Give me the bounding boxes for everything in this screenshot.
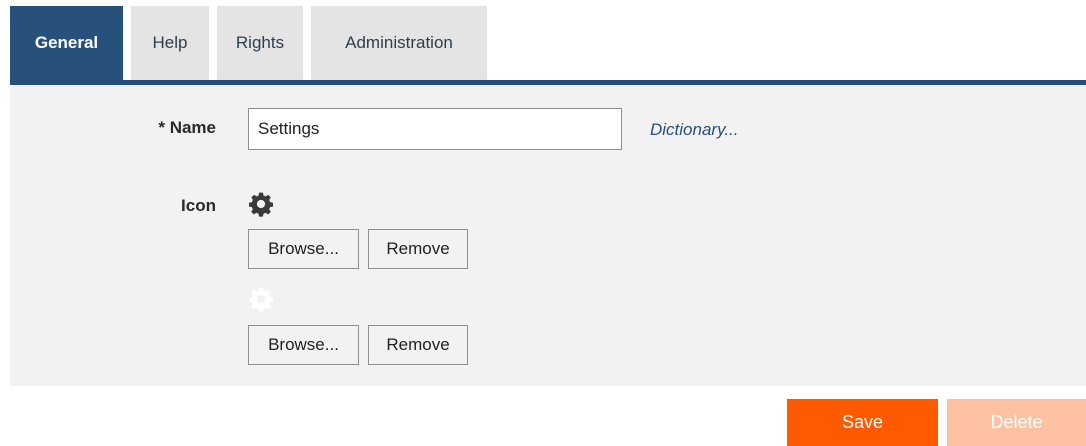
- gear-icon-white: [248, 287, 274, 312]
- name-label: * Name: [158, 118, 216, 137]
- tab-general[interactable]: General: [10, 6, 123, 80]
- tab-help[interactable]: Help: [131, 6, 209, 80]
- dictionary-link[interactable]: Dictionary...: [650, 120, 739, 140]
- icon-browse-button[interactable]: Browse...: [248, 229, 359, 269]
- tab-administration[interactable]: Administration: [311, 6, 487, 80]
- icon-alt-remove-button[interactable]: Remove: [368, 325, 468, 365]
- save-button[interactable]: Save: [787, 399, 938, 446]
- name-input[interactable]: [248, 108, 622, 150]
- gear-icon: [248, 192, 274, 217]
- icon-remove-button[interactable]: Remove: [368, 229, 468, 269]
- icon-alt-browse-button[interactable]: Browse...: [248, 325, 359, 365]
- delete-button[interactable]: Delete: [947, 399, 1086, 446]
- icon-label: Icon: [181, 196, 216, 215]
- tab-bar: General Help Rights Administration: [10, 6, 495, 80]
- tab-rights[interactable]: Rights: [217, 6, 303, 80]
